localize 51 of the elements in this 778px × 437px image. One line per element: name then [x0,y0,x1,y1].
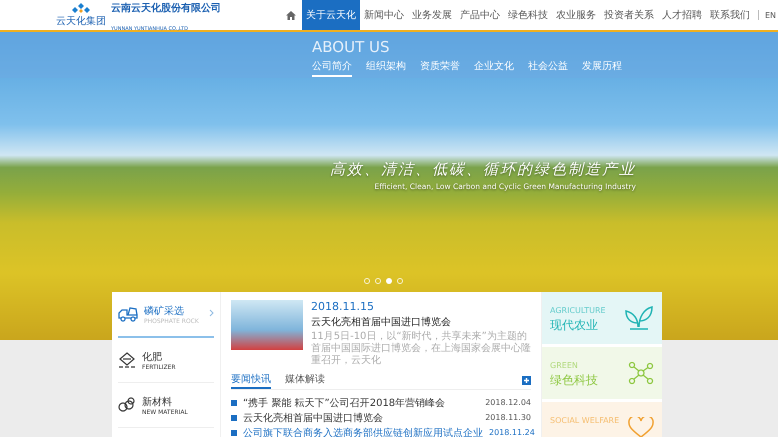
news-link[interactable]: 公司旗下联合商务入选商务部供应链创新应用试点企业 [243,426,483,437]
molecule-icon [628,361,654,385]
carousel-dot[interactable] [386,278,392,284]
nav-tab[interactable]: 关于云天化 [302,0,360,30]
news-date: 2018.11.30 [485,413,531,422]
slogan: 高效、清洁、低碳、循环的绿色制造产业 [330,160,636,179]
fertilizer-bag-icon [118,352,136,368]
carousel-dot[interactable] [364,278,370,284]
news-summary: 11月5日-10日，以“新时代，共享未来”为主题的首届中国国际进口博览会，在上海国家会展中心隆重召开，云天化 [311,331,531,367]
nav-tab[interactable]: 新闻中心 [360,0,408,30]
news-tab[interactable]: 媒体解读 [285,371,325,389]
chevron-right-icon [209,309,214,317]
logo-caption: 云天化集团 [56,16,106,27]
nav-tab[interactable]: 产品中心 [456,0,504,30]
business-title: 新材料 [142,396,172,408]
feature-label-english: AGRICULTURE [550,306,606,315]
business-title: 磷矿采选 [144,304,184,318]
nav-tab[interactable]: 业务发展 [408,0,456,30]
company-name: 云南云天化股份有限公司 [111,3,221,14]
nav-tab[interactable]: 农业服务 [552,0,600,30]
feature-label: 现代农业 [550,317,599,334]
news-headline[interactable]: 云天化亮相首届中国进口博览会 [311,315,531,329]
feature-label-english: GREEN [550,361,579,370]
truck-icon [118,306,138,322]
nav-tab[interactable]: 投资者关系 [600,0,658,30]
carousel-dot[interactable] [396,278,402,284]
news-date: 2018.12.04 [485,398,531,407]
feature-label-english: SOCIAL WELFARE [550,416,620,425]
language-link[interactable]: EN [762,10,778,20]
news-link[interactable]: “携手 聚能 耘天下”公司召开2018年营销峰会 [243,396,480,410]
bullet-icon [231,414,237,420]
feature-label: 绿色科技 [550,372,598,389]
nav-tab[interactable]: 人才招聘 [658,0,706,30]
plus-icon[interactable] [522,376,531,384]
news-date: 2018.11.24 [489,428,535,437]
business-title: 化肥 [142,350,162,364]
photo-placeholder [231,300,303,350]
heart-icon [628,417,654,437]
logo-icon [72,3,90,16]
bullet-icon [231,430,237,436]
news-tab[interactable]: 要闻快讯 [231,371,271,389]
sprout-icon [624,305,654,331]
bullet-icon [231,400,237,406]
news-link[interactable]: 云天化亮相首届中国进口博览会 [243,410,480,424]
rolls-icon [118,397,136,413]
nav-tab[interactable]: 联系我们 [706,0,754,30]
home-icon[interactable] [286,10,296,20]
carousel-dot[interactable] [374,278,380,284]
nav-tab[interactable]: 绿色科技 [504,0,552,30]
section-title: ABOUT US [312,38,390,56]
news-date: 2018.11.15 [311,300,375,313]
